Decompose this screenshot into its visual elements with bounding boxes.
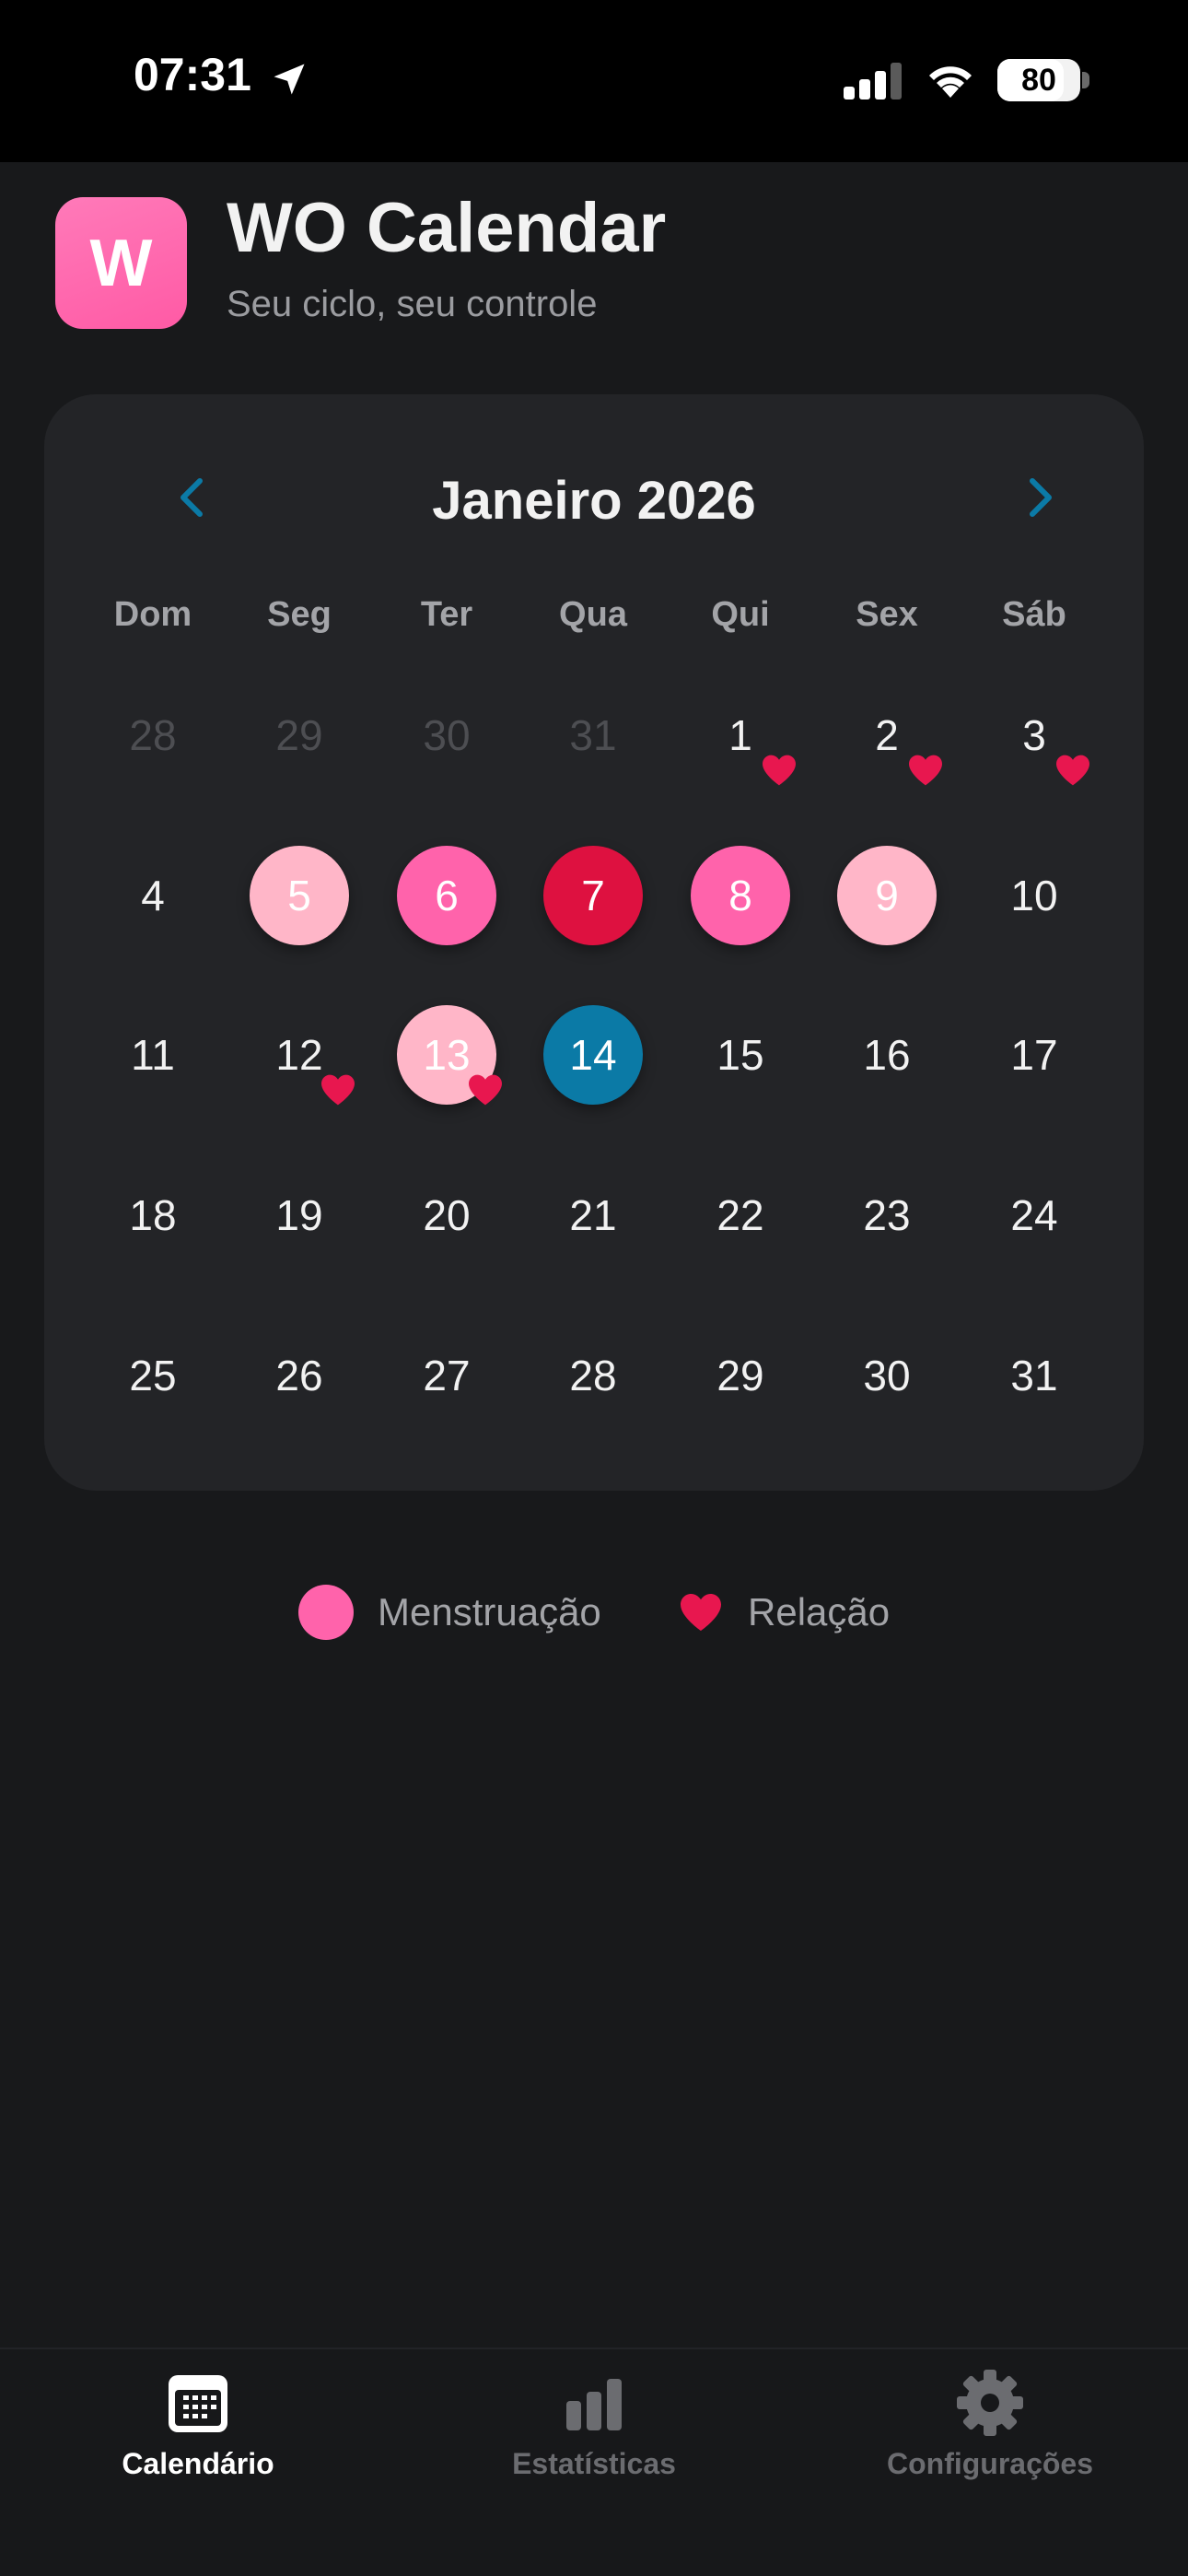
heart-icon bbox=[321, 1074, 355, 1106]
calendar-day-number: 20 bbox=[423, 1191, 471, 1239]
status-time: 07:31 bbox=[134, 49, 251, 100]
calendar-day-number: 15 bbox=[716, 1031, 764, 1079]
calendar-day[interactable]: 6 bbox=[397, 846, 496, 945]
calendar-day-number: 11 bbox=[131, 1031, 175, 1079]
calendar-day[interactable]: 15 bbox=[691, 1005, 790, 1105]
calendar-day-number: 28 bbox=[569, 1352, 617, 1399]
calendar-grid: 28 29 30 31 1 2 3 4 5 6 7 8 9 10 11 12 13 14 15 16 17 18 19 20 2… bbox=[44, 394, 1144, 1491]
battery-indicator: 80 bbox=[997, 59, 1080, 101]
calendar-day[interactable]: 19 bbox=[250, 1165, 349, 1265]
calendar-day[interactable]: 27 bbox=[397, 1326, 496, 1425]
calendar-icon bbox=[169, 2375, 227, 2432]
calendar-day[interactable]: 21 bbox=[543, 1165, 643, 1265]
calendar-day[interactable]: 28 bbox=[103, 685, 203, 785]
menstruation-legend-dot bbox=[298, 1585, 354, 1640]
calendar-day[interactable]: 31 bbox=[543, 685, 643, 785]
gear-icon bbox=[957, 2370, 1023, 2436]
calendar-day[interactable]: 5 bbox=[250, 846, 349, 945]
calendar-day[interactable]: 20 bbox=[397, 1165, 496, 1265]
calendar-day-number: 31 bbox=[569, 711, 617, 759]
calendar-day-number: 29 bbox=[275, 711, 323, 759]
status-bar: 07:31 80 bbox=[0, 0, 1188, 162]
calendar-day[interactable]: 30 bbox=[397, 685, 496, 785]
heart-icon bbox=[1056, 755, 1089, 786]
tab-statistics-label: Estatísticas bbox=[512, 2447, 676, 2480]
legend: Menstruação Relação bbox=[0, 1575, 1188, 1649]
calendar-day[interactable]: 10 bbox=[984, 846, 1084, 945]
calendar-day[interactable]: 4 bbox=[103, 846, 203, 945]
heart-icon bbox=[469, 1074, 502, 1106]
calendar-day[interactable]: 22 bbox=[691, 1165, 790, 1265]
calendar-day-today[interactable]: 14 bbox=[543, 1005, 643, 1105]
calendar-day[interactable]: 18 bbox=[103, 1165, 203, 1265]
calendar-day-number: 27 bbox=[423, 1352, 471, 1399]
calendar-day[interactable]: 24 bbox=[984, 1165, 1084, 1265]
tab-bar: Calendário Estatísticas Configurações bbox=[0, 2348, 1188, 2576]
calendar-day-number: 22 bbox=[716, 1191, 764, 1239]
calendar-day[interactable]: 9 bbox=[837, 846, 937, 945]
calendar-day-number: 19 bbox=[275, 1191, 323, 1239]
calendar-day-number: 30 bbox=[863, 1352, 911, 1399]
calendar-day[interactable]: 31 bbox=[984, 1326, 1084, 1425]
calendar-day-number: 30 bbox=[423, 711, 471, 759]
tab-settings-label: Configurações bbox=[886, 2447, 1094, 2480]
calendar-day[interactable]: 29 bbox=[250, 685, 349, 785]
tab-settings[interactable]: Configurações bbox=[843, 2366, 1137, 2481]
calendar-day-number: 6 bbox=[435, 872, 459, 919]
calendar-day-number: 18 bbox=[129, 1191, 177, 1239]
calendar-day-number: 26 bbox=[275, 1352, 323, 1399]
calendar-day-number: 24 bbox=[1010, 1191, 1058, 1239]
calendar-day-number: 17 bbox=[1010, 1031, 1058, 1079]
battery-cap bbox=[1082, 72, 1089, 88]
calendar-day-number: 3 bbox=[1022, 711, 1046, 759]
wifi-icon bbox=[929, 66, 972, 98]
calendar-day[interactable]: 25 bbox=[103, 1326, 203, 1425]
calendar-day-number: 10 bbox=[1010, 872, 1058, 919]
location-arrow-icon bbox=[274, 64, 305, 95]
calendar-card: Janeiro 2026 Dom Seg Ter Qua Qui Sex Sáb 28 29 3… bbox=[44, 394, 1144, 1491]
calendar-day-number: 1 bbox=[728, 711, 752, 759]
calendar-day-number: 23 bbox=[863, 1191, 911, 1239]
relation-legend-label: Relação bbox=[748, 1590, 891, 1633]
menstruation-legend-label: Menstruação bbox=[378, 1590, 601, 1633]
tab-calendar[interactable]: Calendário bbox=[51, 2366, 345, 2481]
calendar-day-number: 4 bbox=[141, 872, 165, 919]
calendar-day-number: 28 bbox=[129, 711, 177, 759]
app-subtitle: Seu ciclo, seu controle bbox=[227, 284, 598, 324]
calendar-day[interactable]: 8 bbox=[691, 846, 790, 945]
bar-chart-icon bbox=[566, 2379, 622, 2430]
app-logo: W bbox=[55, 197, 187, 329]
calendar-day[interactable]: 23 bbox=[837, 1165, 937, 1265]
calendar-day[interactable]: 29 bbox=[691, 1326, 790, 1425]
app-header: W WO Calendar Seu ciclo, seu controle bbox=[0, 162, 1188, 383]
calendar-day-number: 12 bbox=[275, 1031, 323, 1079]
calendar-day-number: 29 bbox=[716, 1352, 764, 1399]
calendar-day[interactable]: 17 bbox=[984, 1005, 1084, 1105]
calendar-day-number: 7 bbox=[581, 872, 605, 919]
calendar-day[interactable]: 26 bbox=[250, 1326, 349, 1425]
calendar-day[interactable]: 16 bbox=[837, 1005, 937, 1105]
calendar-day-number: 5 bbox=[287, 872, 311, 919]
app-title: WO Calendar bbox=[227, 189, 667, 267]
tab-statistics[interactable]: Estatísticas bbox=[447, 2366, 741, 2481]
calendar-day-number: 31 bbox=[1010, 1352, 1058, 1399]
heart-icon bbox=[681, 1594, 721, 1631]
calendar-day-number: 8 bbox=[728, 872, 752, 919]
calendar-day-number: 2 bbox=[875, 711, 899, 759]
calendar-day[interactable]: 30 bbox=[837, 1326, 937, 1425]
tab-calendar-label: Calendário bbox=[122, 2447, 274, 2480]
cellular-signal-icon bbox=[844, 63, 902, 100]
battery-level: 80 bbox=[1021, 63, 1056, 98]
heart-icon bbox=[763, 755, 796, 786]
calendar-day-number: 25 bbox=[129, 1352, 177, 1399]
calendar-day-number: 13 bbox=[423, 1031, 471, 1079]
calendar-day[interactable]: 11 bbox=[103, 1005, 203, 1105]
heart-icon bbox=[909, 755, 942, 786]
calendar-day-number: 9 bbox=[875, 872, 899, 919]
calendar-day[interactable]: 7 bbox=[543, 846, 643, 945]
calendar-day-number: 21 bbox=[569, 1191, 617, 1239]
calendar-day-number: 16 bbox=[863, 1031, 911, 1079]
calendar-day-number: 14 bbox=[569, 1031, 617, 1079]
calendar-day[interactable]: 28 bbox=[543, 1326, 643, 1425]
